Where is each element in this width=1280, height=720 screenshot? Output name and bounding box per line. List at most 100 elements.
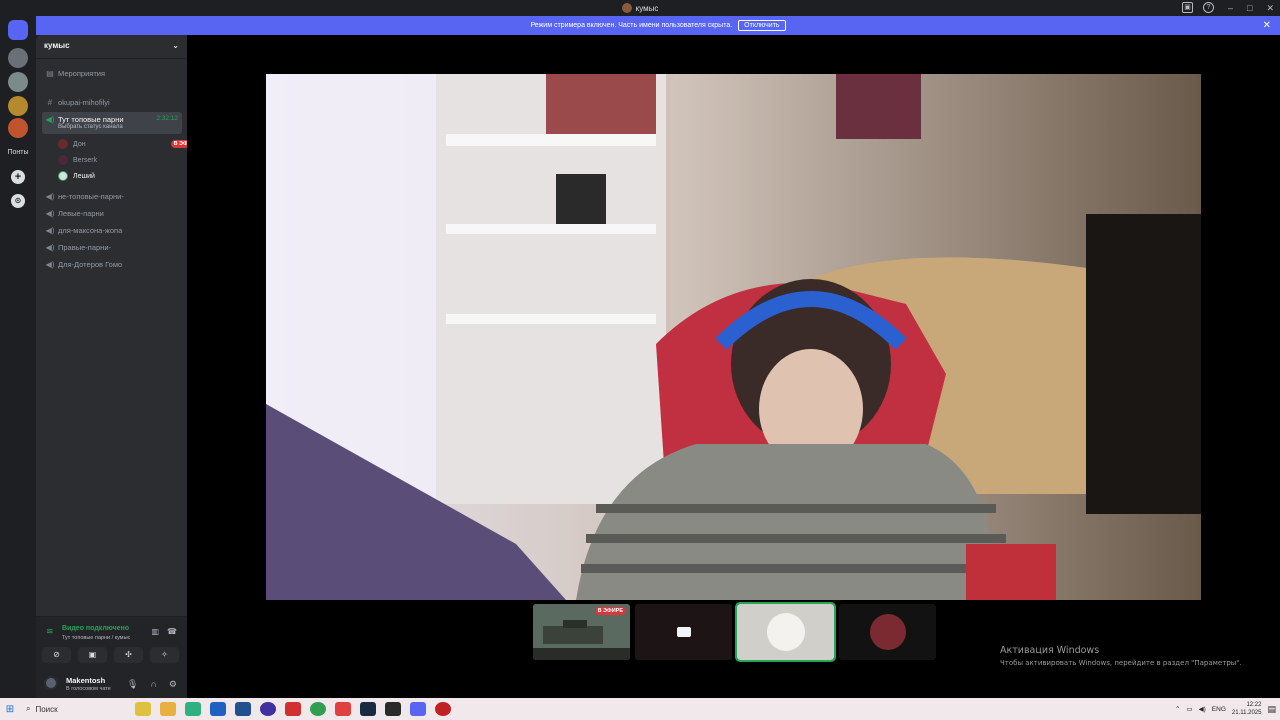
signal-icon[interactable]: ≋ xyxy=(46,626,54,637)
speaker-icon: ◀) xyxy=(45,259,55,269)
thumbnail-user[interactable] xyxy=(839,604,936,660)
channel-sidebar: кумыс ⌄ ▤ Мероприятия # okupai-mihofilyi… xyxy=(36,35,202,699)
soundboard-button[interactable]: ✧ xyxy=(150,647,179,663)
close-button[interactable]: ✕ xyxy=(1266,3,1274,14)
speaker-icon: ◀) xyxy=(45,115,55,124)
gear-icon[interactable]: ⚙ xyxy=(169,679,177,690)
title-bar: кумыс ▣ ? – □ ✕ xyxy=(0,0,1280,16)
webcam-image xyxy=(266,74,1201,600)
channel-voice[interactable]: ◀) для-максона-жопа xyxy=(42,223,182,237)
member-name: Дон xyxy=(73,140,86,148)
yandex-icon[interactable] xyxy=(284,702,301,716)
avatar xyxy=(58,139,68,149)
channel-label: okupai-mihofilyi xyxy=(58,97,110,107)
server-header[interactable]: кумыс ⌄ xyxy=(36,35,187,59)
search-icon: ⌕ xyxy=(26,704,31,713)
network-icon[interactable]: ▭ xyxy=(1186,705,1192,713)
channel-label: Левые-парни xyxy=(58,208,104,218)
thumbnail-camera-off[interactable] xyxy=(635,604,732,660)
maximize-button[interactable]: □ xyxy=(1247,3,1252,13)
speaker-icon: ◀) xyxy=(45,225,55,235)
events-item[interactable]: ▤ Мероприятия xyxy=(42,66,182,80)
minimize-button[interactable]: – xyxy=(1228,3,1233,13)
discover-icon[interactable]: ⊙ xyxy=(11,194,25,208)
username[interactable]: Makentosh xyxy=(66,676,105,685)
channel-voice[interactable]: ◀) не-топовые-парни- xyxy=(42,189,182,203)
app-icon[interactable] xyxy=(384,702,401,716)
user-status: В голосовом чате xyxy=(66,686,111,692)
file-explorer-icon[interactable] xyxy=(159,702,176,716)
channel-voice[interactable]: ◀) Левые-парни xyxy=(42,206,182,220)
discord-home-icon[interactable] xyxy=(8,20,28,40)
task-view-icon[interactable] xyxy=(134,702,151,716)
server-icon-4[interactable] xyxy=(8,118,28,138)
folder-label: Понты xyxy=(7,149,29,156)
outlook-icon[interactable] xyxy=(209,702,226,716)
server-icon-2[interactable] xyxy=(8,72,28,92)
voice-timer: 2:32:12 xyxy=(156,115,178,122)
live-badge: В ЭФИРЕ xyxy=(594,607,626,615)
chevron-up-icon[interactable]: ⌃ xyxy=(1175,705,1180,713)
speaker-icon: ◀) xyxy=(45,191,55,201)
channel-text[interactable]: # okupai-mihofilyi xyxy=(42,95,182,109)
yandex-browser-icon[interactable] xyxy=(334,702,351,716)
main-video-feed[interactable] xyxy=(266,74,1201,600)
user-area: Makentosh В голосовом чате 🎙 ∩ ⚙ xyxy=(36,671,187,699)
screen-share-button[interactable]: ▣ xyxy=(78,647,107,663)
discord-icon[interactable] xyxy=(409,702,426,716)
voice-channel-link[interactable]: Тут топовые парни / кумыс xyxy=(62,635,130,641)
server-icon-3[interactable] xyxy=(8,96,28,116)
activation-title: Активация Windows xyxy=(1000,645,1100,656)
volume-icon[interactable]: ◀) xyxy=(1199,705,1206,713)
banner-text: Режим стримера включен. Часть имени поль… xyxy=(530,22,733,29)
voice-status: Видео подключено xyxy=(62,625,129,632)
noise-suppression-icon[interactable]: ▥ xyxy=(151,627,159,636)
notifications-icon[interactable]: ▤ xyxy=(1267,704,1276,715)
language-indicator[interactable]: ENG xyxy=(1212,706,1226,713)
app-icon[interactable] xyxy=(259,702,276,716)
channel-label: для-максона-жопа xyxy=(58,225,123,235)
set-status-link[interactable]: Выбрать статус канала xyxy=(58,124,123,130)
channel-voice[interactable]: ◀) Правые-парни- xyxy=(42,240,182,254)
speaker-icon: ◀) xyxy=(45,242,55,252)
channel-label: Тут топовые парни xyxy=(58,115,124,124)
thumbnail-selected[interactable] xyxy=(735,602,836,662)
headphones-icon[interactable]: ∩ xyxy=(150,679,156,690)
microphone-icon[interactable]: 🎙 xyxy=(127,679,138,690)
windows-start-icon[interactable]: ⊞ xyxy=(0,704,20,715)
windows-activation-watermark: Активация Windows Чтобы активировать Win… xyxy=(1000,645,1242,667)
channel-voice[interactable]: ◀) Для-Дотеров Гомо xyxy=(42,257,182,271)
chrome-icon[interactable] xyxy=(309,702,326,716)
windows-taskbar: ⊞ ⌕ Поиск ⌃ ▭ ◀) ENG 12:22 21.11.2025 ▤ xyxy=(0,698,1280,720)
add-server-icon[interactable]: + xyxy=(11,170,25,184)
disconnect-icon[interactable]: ☎ xyxy=(167,627,177,636)
member-name: Berserk xyxy=(73,156,98,164)
speaker-icon: ◀) xyxy=(45,208,55,218)
thumbnail-stream[interactable]: В ЭФИРЕ xyxy=(533,604,630,660)
server-name: кумыс xyxy=(44,41,70,50)
video-camera-icon xyxy=(676,627,691,637)
channel-voice-active[interactable]: ◀) Тут топовые парни 2:32:12 Выбрать ста… xyxy=(42,112,182,134)
app-icon[interactable] xyxy=(434,702,451,716)
clock[interactable]: 12:22 21.11.2025 xyxy=(1232,701,1262,717)
calendar-icon: ▤ xyxy=(46,68,54,78)
server-icon-1[interactable] xyxy=(8,48,28,68)
banner-close-icon[interactable]: ✕ xyxy=(1263,20,1271,31)
participant-thumbnails: В ЭФИРЕ xyxy=(533,602,936,662)
app-icon[interactable] xyxy=(184,702,201,716)
steam-icon[interactable] xyxy=(359,702,376,716)
store-icon[interactable] xyxy=(234,702,251,716)
avatar[interactable] xyxy=(44,676,58,690)
channel-label: Для-Дотеров Гомо xyxy=(58,259,123,269)
search-placeholder: Поиск xyxy=(35,704,58,714)
disable-streamer-button[interactable]: Отключить xyxy=(738,20,786,31)
system-tray: ⌃ ▭ ◀) ENG 12:22 21.11.2025 ▤ xyxy=(1175,698,1276,720)
streamer-mode-banner: Режим стримера включен. Часть имени поль… xyxy=(36,16,1280,35)
avatar xyxy=(58,155,68,165)
activities-button[interactable]: ✣ xyxy=(114,647,143,663)
camera-off-button[interactable]: ⊘ xyxy=(42,647,71,663)
taskbar-search[interactable]: ⌕ Поиск xyxy=(20,701,130,717)
avatar xyxy=(58,171,68,181)
help-icon[interactable]: ? xyxy=(1203,2,1214,13)
inbox-icon[interactable]: ▣ xyxy=(1182,2,1193,13)
